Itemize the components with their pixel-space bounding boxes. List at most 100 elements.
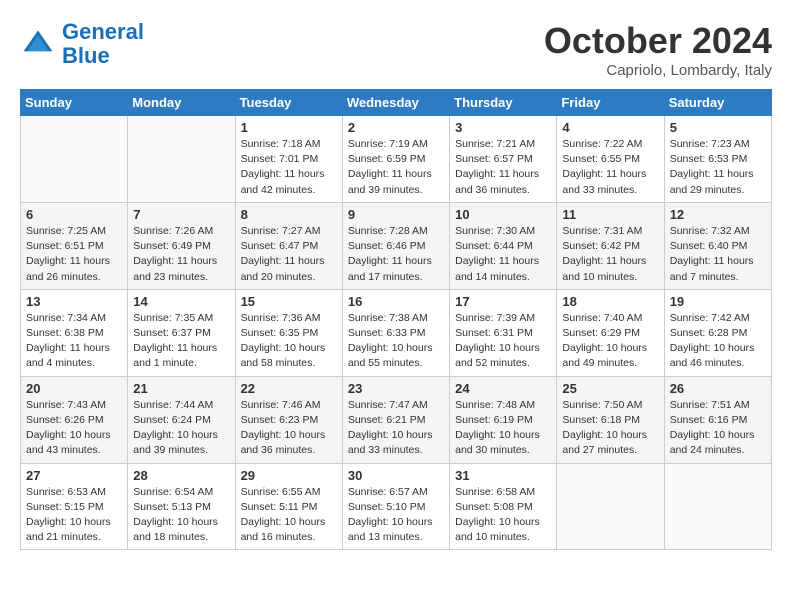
day-number: 19 <box>670 294 766 309</box>
logo-icon <box>20 26 56 62</box>
calendar-cell: 11 Sunrise: 7:31 AM Sunset: 6:42 PM Dayli… <box>557 202 664 289</box>
day-info: Sunrise: 7:39 AM Sunset: 6:31 PM Dayligh… <box>455 311 551 372</box>
logo: General Blue <box>20 20 144 68</box>
calendar-cell: 14Sunrise: 7:35 AM Sunset: 6:37 PM Dayli… <box>128 289 235 376</box>
calendar-cell: 5Sunrise: 7:23 AM Sunset: 6:53 PM Daylig… <box>664 116 771 203</box>
calendar-cell <box>664 463 771 550</box>
calendar-cell: 19 Sunrise: 7:42 AM Sunset: 6:28 PM Dayli… <box>664 289 771 376</box>
calendar-subtitle: Capriolo, Lombardy, Italy <box>544 62 772 79</box>
day-info: Sunrise: 6:57 AM Sunset: 5:10 PM Dayligh… <box>348 485 444 546</box>
day-number: 9 <box>348 207 444 222</box>
day-number: 18 <box>562 294 658 309</box>
header-saturday: Saturday <box>664 90 771 116</box>
logo-line2: Blue <box>62 43 110 68</box>
day-info: Sunrise: 7:42 AM Sunset: 6:28 PM Dayligh… <box>670 311 766 372</box>
day-info: Sunrise: 7:51 AM Sunset: 6:16 PM Dayligh… <box>670 398 766 459</box>
header-sunday: Sunday <box>21 90 128 116</box>
header-tuesday: Tuesday <box>235 90 342 116</box>
calendar-cell: 16 Sunrise: 7:38 AM Sunset: 6:33 PM Dayli… <box>342 289 449 376</box>
day-number: 30 <box>348 468 444 483</box>
day-number: 10 <box>455 207 551 222</box>
week-row-5: 27Sunrise: 6:53 AM Sunset: 5:15 PM Dayli… <box>21 463 772 550</box>
day-info: Sunrise: 7:30 AM Sunset: 6:44 PM Dayligh… <box>455 224 551 285</box>
week-row-2: 6 Sunrise: 7:25 AM Sunset: 6:51 PM Daylig… <box>21 202 772 289</box>
day-info: Sunrise: 7:35 AM Sunset: 6:37 PM Dayligh… <box>133 311 229 372</box>
day-number: 7 <box>133 207 229 222</box>
calendar-cell: 21Sunrise: 7:44 AM Sunset: 6:24 PM Dayli… <box>128 376 235 463</box>
calendar-cell <box>557 463 664 550</box>
day-number: 4 <box>562 120 658 135</box>
day-info: Sunrise: 7:25 AM Sunset: 6:51 PM Dayligh… <box>26 224 122 285</box>
day-number: 16 <box>348 294 444 309</box>
day-number: 31 <box>455 468 551 483</box>
day-info: Sunrise: 6:53 AM Sunset: 5:15 PM Dayligh… <box>26 485 122 546</box>
day-info: Sunrise: 7:46 AM Sunset: 6:23 PM Dayligh… <box>241 398 337 459</box>
day-info: Sunrise: 6:54 AM Sunset: 5:13 PM Dayligh… <box>133 485 229 546</box>
day-number: 11 <box>562 207 658 222</box>
day-info: Sunrise: 7:38 AM Sunset: 6:33 PM Dayligh… <box>348 311 444 372</box>
logo-line1: General <box>62 19 144 44</box>
title-block: October 2024 Capriolo, Lombardy, Italy <box>544 20 772 79</box>
calendar-cell: 6 Sunrise: 7:25 AM Sunset: 6:51 PM Daylig… <box>21 202 128 289</box>
day-info: Sunrise: 7:21 AM Sunset: 6:57 PM Dayligh… <box>455 137 551 198</box>
day-number: 28 <box>133 468 229 483</box>
calendar-header-row: SundayMondayTuesdayWednesdayThursdayFrid… <box>21 90 772 116</box>
header-thursday: Thursday <box>450 90 557 116</box>
day-number: 17 <box>455 294 551 309</box>
week-row-3: 13 Sunrise: 7:34 AM Sunset: 6:38 PM Dayli… <box>21 289 772 376</box>
day-number: 13 <box>26 294 122 309</box>
calendar-cell: 13 Sunrise: 7:34 AM Sunset: 6:38 PM Dayli… <box>21 289 128 376</box>
calendar-title: October 2024 <box>544 20 772 62</box>
day-info: Sunrise: 7:18 AM Sunset: 7:01 PM Dayligh… <box>241 137 337 198</box>
calendar-cell: 24Sunrise: 7:48 AM Sunset: 6:19 PM Dayli… <box>450 376 557 463</box>
day-info: Sunrise: 7:28 AM Sunset: 6:46 PM Dayligh… <box>348 224 444 285</box>
calendar-cell <box>21 116 128 203</box>
day-info: Sunrise: 7:26 AM Sunset: 6:49 PM Dayligh… <box>133 224 229 285</box>
header-monday: Monday <box>128 90 235 116</box>
day-info: Sunrise: 7:47 AM Sunset: 6:21 PM Dayligh… <box>348 398 444 459</box>
calendar-cell: 27Sunrise: 6:53 AM Sunset: 5:15 PM Dayli… <box>21 463 128 550</box>
calendar-cell: 25Sunrise: 7:50 AM Sunset: 6:18 PM Dayli… <box>557 376 664 463</box>
calendar-cell: 20 Sunrise: 7:43 AM Sunset: 6:26 PM Dayli… <box>21 376 128 463</box>
day-number: 6 <box>26 207 122 222</box>
day-info: Sunrise: 7:23 AM Sunset: 6:53 PM Dayligh… <box>670 137 766 198</box>
day-info: Sunrise: 7:34 AM Sunset: 6:38 PM Dayligh… <box>26 311 122 372</box>
day-info: Sunrise: 6:58 AM Sunset: 5:08 PM Dayligh… <box>455 485 551 546</box>
calendar-cell: 31 Sunrise: 6:58 AM Sunset: 5:08 PM Dayli… <box>450 463 557 550</box>
logo-text: General Blue <box>62 20 144 68</box>
day-number: 15 <box>241 294 337 309</box>
calendar-cell: 28 Sunrise: 6:54 AM Sunset: 5:13 PM Dayli… <box>128 463 235 550</box>
day-number: 22 <box>241 381 337 396</box>
calendar-cell: 30 Sunrise: 6:57 AM Sunset: 5:10 PM Dayli… <box>342 463 449 550</box>
day-info: Sunrise: 7:40 AM Sunset: 6:29 PM Dayligh… <box>562 311 658 372</box>
calendar-cell: 17 Sunrise: 7:39 AM Sunset: 6:31 PM Dayli… <box>450 289 557 376</box>
calendar-cell: 18 Sunrise: 7:40 AM Sunset: 6:29 PM Dayli… <box>557 289 664 376</box>
day-number: 23 <box>348 381 444 396</box>
day-info: Sunrise: 7:31 AM Sunset: 6:42 PM Dayligh… <box>562 224 658 285</box>
day-info: Sunrise: 7:50 AM Sunset: 6:18 PM Dayligh… <box>562 398 658 459</box>
day-info: Sunrise: 7:43 AM Sunset: 6:26 PM Dayligh… <box>26 398 122 459</box>
calendar-cell: 10 Sunrise: 7:30 AM Sunset: 6:44 PM Dayli… <box>450 202 557 289</box>
day-number: 1 <box>241 120 337 135</box>
week-row-4: 20 Sunrise: 7:43 AM Sunset: 6:26 PM Dayli… <box>21 376 772 463</box>
day-info: Sunrise: 7:44 AM Sunset: 6:24 PM Dayligh… <box>133 398 229 459</box>
calendar-cell: 2Sunrise: 7:19 AM Sunset: 6:59 PM Daylig… <box>342 116 449 203</box>
day-info: Sunrise: 7:32 AM Sunset: 6:40 PM Dayligh… <box>670 224 766 285</box>
calendar-cell: 12 Sunrise: 7:32 AM Sunset: 6:40 PM Dayli… <box>664 202 771 289</box>
calendar-cell: 9 Sunrise: 7:28 AM Sunset: 6:46 PM Daylig… <box>342 202 449 289</box>
day-number: 26 <box>670 381 766 396</box>
header-wednesday: Wednesday <box>342 90 449 116</box>
day-number: 8 <box>241 207 337 222</box>
day-number: 12 <box>670 207 766 222</box>
day-number: 29 <box>241 468 337 483</box>
day-info: Sunrise: 7:27 AM Sunset: 6:47 PM Dayligh… <box>241 224 337 285</box>
calendar-cell: 8 Sunrise: 7:27 AM Sunset: 6:47 PM Daylig… <box>235 202 342 289</box>
day-info: Sunrise: 7:19 AM Sunset: 6:59 PM Dayligh… <box>348 137 444 198</box>
calendar-cell: 26 Sunrise: 7:51 AM Sunset: 6:16 PM Dayli… <box>664 376 771 463</box>
day-info: Sunrise: 7:36 AM Sunset: 6:35 PM Dayligh… <box>241 311 337 372</box>
calendar-table: SundayMondayTuesdayWednesdayThursdayFrid… <box>20 89 772 550</box>
day-number: 20 <box>26 381 122 396</box>
calendar-cell: 3Sunrise: 7:21 AM Sunset: 6:57 PM Daylig… <box>450 116 557 203</box>
calendar-cell: 22 Sunrise: 7:46 AM Sunset: 6:23 PM Dayli… <box>235 376 342 463</box>
day-info: Sunrise: 7:48 AM Sunset: 6:19 PM Dayligh… <box>455 398 551 459</box>
